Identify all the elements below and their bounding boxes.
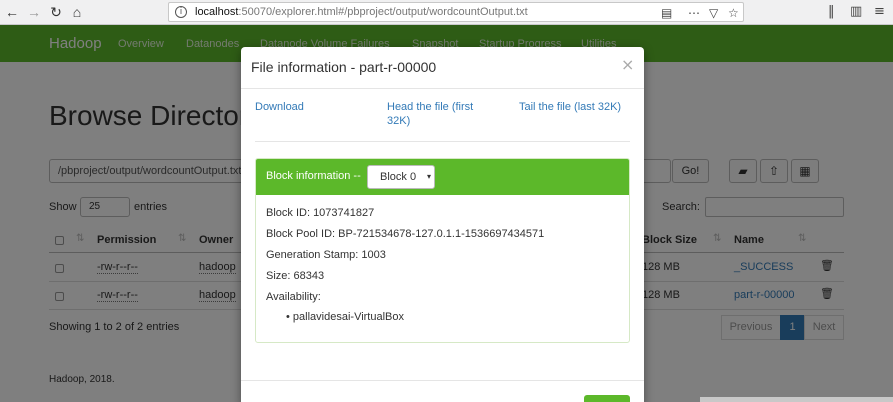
home-icon[interactable]: ⌂ [67,3,87,21]
menu-icon[interactable]: ≡ [874,4,885,19]
availability-item: • pallavidesai-VirtualBox [286,311,405,323]
block-pool-id: Block Pool ID: BP-721534678-127.0.1.1-15… [266,228,545,240]
url-path: :50070/explorer.html#/pbproject/output/w… [238,6,528,18]
forward-icon[interactable]: → [24,3,44,21]
url-host: localhost [195,6,239,18]
block-id: Block ID: 1073741827 [266,207,375,219]
panel-heading: Block information -- Block 0 ▾ [256,159,629,195]
info-icon[interactable]: i [175,6,187,18]
close-icon[interactable]: × [621,55,634,74]
download-link[interactable]: Download [255,100,304,114]
block-size: Size: 68343 [266,270,325,282]
reader-view-icon[interactable]: ▤ [661,4,672,22]
address-bar[interactable]: i localhost:50070/explorer.html#/pbproje… [168,2,744,22]
generation-stamp: Generation Stamp: 1003 [266,249,386,261]
block-info-panel: Block information -- Block 0 ▾ Block ID:… [255,158,630,343]
tail-file-link[interactable]: Tail the file (last 32K) [519,100,637,114]
availability-host: pallavidesai-VirtualBox [292,311,405,323]
pocket-icon[interactable]: ▽ [709,4,718,22]
divider [241,380,644,381]
sidebar-icon[interactable]: ▥ [850,4,862,19]
browser-window: ← → ↻ ⌂ i localhost:50070/explorer.html#… [0,0,893,402]
reload-icon[interactable]: ↻ [46,3,66,21]
bookmark-star-icon[interactable]: ☆ [728,4,739,22]
modal-footer-button[interactable] [584,395,630,402]
browser-toolbar: ← → ↻ ⌂ i localhost:50070/explorer.html#… [0,0,893,25]
file-info-modal: File information - part-r-00000 × Downlo… [241,47,644,402]
modal-title: File information - part-r-00000 [251,59,437,75]
divider [241,88,644,89]
caret-down-icon: ▾ [426,172,431,181]
taskbar [700,397,893,402]
divider [255,141,630,142]
block-select[interactable]: Block 0 ▾ [367,165,435,189]
availability-label: Availability: [266,291,321,303]
head-file-link[interactable]: Head the file (first 32K) [387,100,497,128]
block-info-label: Block information -- [266,170,361,182]
library-icon[interactable]: ‖ [828,4,835,19]
block-select-value: Block 0 [380,171,417,183]
more-icon[interactable]: ⋯ [688,4,700,22]
back-icon[interactable]: ← [2,3,22,21]
